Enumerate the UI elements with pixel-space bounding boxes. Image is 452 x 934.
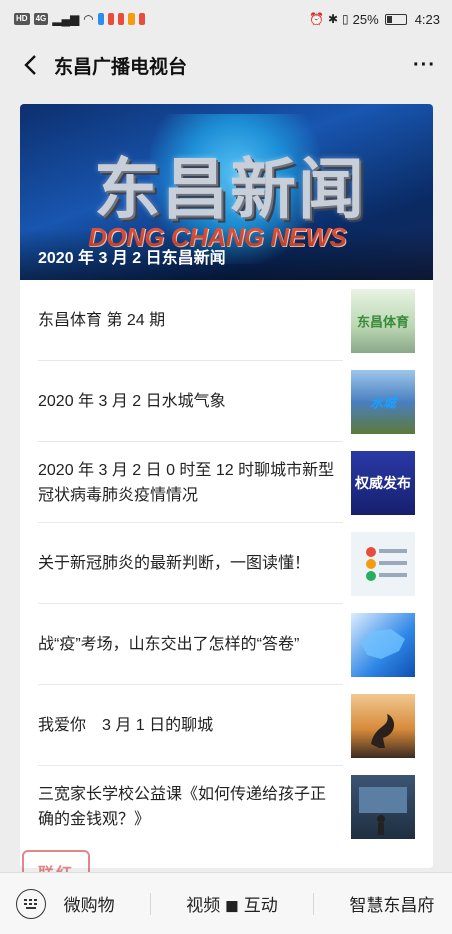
lecture-icon: [359, 786, 407, 835]
list-item[interactable]: 关于新冠肺炎的最新判断，一图读懂！: [20, 523, 433, 604]
alarm-icon: ⏰: [309, 12, 324, 26]
news-card: 东昌新闻 DONG CHANG NEWS 2020 年 3 月 2 日东昌新闻 …: [20, 104, 433, 868]
bottom-menu: 微购物 视频 ◼ 互动 智慧东昌府: [0, 872, 452, 934]
article-title: 我爱你 3 月 1 日的聊城: [38, 717, 214, 734]
network-badge: 4G: [33, 13, 49, 25]
app-icon-5: [138, 13, 145, 25]
article-thumbnail: [351, 693, 415, 758]
list-item[interactable]: 东昌体育 第 24 期 东昌体育: [20, 280, 433, 361]
article-title: 2020 年 3 月 2 日 0 时至 12 时聊城市新型冠状病毒肺炎疫情情况: [38, 461, 335, 504]
banner-caption: 2020 年 3 月 2 日东昌新闻: [38, 250, 226, 267]
status-left: HD 4G ▂▄▆ ◠: [14, 13, 145, 25]
article-thumbnail: 水城: [351, 369, 415, 434]
wifi-icon: ◠: [83, 12, 94, 26]
hd-badge: HD: [14, 13, 30, 25]
title-bar: 东昌广播电视台 ···: [0, 38, 452, 92]
battery-percent: 25%: [352, 11, 379, 27]
app-icon-2: [107, 13, 115, 25]
signal-icon: ▂▄▆: [52, 12, 80, 26]
app-icon-1: [97, 13, 104, 25]
sculpture-icon: [371, 713, 395, 748]
back-icon[interactable]: [16, 51, 44, 79]
keyboard-icon[interactable]: [16, 888, 46, 919]
map-icon: [361, 628, 405, 659]
list-item[interactable]: 我爱你 3 月 1 日的聊城: [20, 685, 433, 766]
thumbnail-label: 水城: [369, 395, 396, 410]
thumbnail-label: 权威发布: [355, 474, 411, 491]
battery-icon: [384, 13, 407, 25]
vibrate-icon: ▯: [342, 12, 349, 26]
menu-video-interaction[interactable]: 视频 ◼ 互动: [186, 891, 278, 916]
article-thumbnail: 东昌体育: [351, 288, 415, 353]
article-title: 2020 年 3 月 2 日水城气象: [38, 393, 226, 410]
article-thumbnail: [351, 774, 415, 839]
article-list: 东昌体育 第 24 期 东昌体育 2020 年 3 月 2 日水城气象 水城 2…: [20, 280, 433, 847]
menu-divider: [313, 892, 315, 915]
list-item[interactable]: 2020 年 3 月 2 日水城气象 水城: [20, 361, 433, 442]
list-item[interactable]: 战“疫”考场，山东交出了怎样的“答卷”: [20, 604, 433, 685]
article-title: 关于新冠肺炎的最新判断，一图读懂！: [38, 555, 311, 572]
article-thumbnail: 权威发布: [351, 450, 415, 515]
article-thumbnail: [351, 612, 415, 677]
banner-title: 东昌新闻: [94, 151, 366, 228]
menu-shopping[interactable]: 微购物: [64, 891, 115, 916]
article-thumbnail: [351, 531, 415, 596]
thumbnail-label: 东昌体育: [356, 314, 409, 329]
page-title: 东昌广播电视台: [54, 56, 188, 78]
clock: 4:23: [414, 11, 440, 27]
article-title: 东昌体育 第 24 期: [38, 312, 166, 329]
article-title: 三宽家长学校公益课《如何传递给孩子正确的金钱观？》: [38, 785, 327, 828]
status-bar: HD 4G ▂▄▆ ◠ ⏰ ✱ ▯ 25% 4:23: [0, 0, 452, 38]
more-icon[interactable]: ···: [413, 54, 436, 77]
bluetooth-icon: ✱: [327, 12, 339, 26]
list-item[interactable]: 2020 年 3 月 2 日 0 时至 12 时聊城市新型冠状病毒肺炎疫情情况 …: [20, 442, 433, 523]
article-title: 战“疫”考场，山东交出了怎样的“答卷”: [38, 636, 300, 653]
infographic-icon: [366, 546, 407, 581]
status-right: ⏰ ✱ ▯ 25% 4:23: [309, 12, 440, 27]
list-item[interactable]: 三宽家长学校公益课《如何传递给孩子正确的金钱观？》: [20, 766, 433, 847]
banner-article[interactable]: 东昌新闻 DONG CHANG NEWS 2020 年 3 月 2 日东昌新闻: [20, 104, 433, 280]
menu-smart-dongchangfu[interactable]: 智慧东昌府: [349, 891, 434, 916]
app-icon-3: [118, 13, 125, 25]
app-icon-4: [128, 13, 135, 25]
menu-divider: [149, 892, 151, 915]
